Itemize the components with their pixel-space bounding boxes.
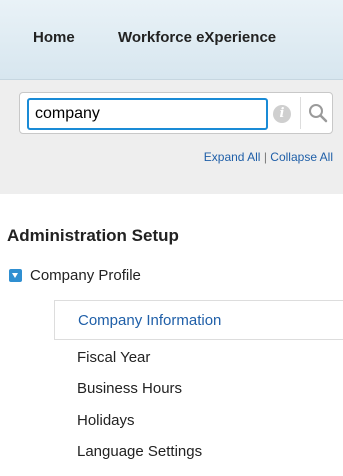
- section-title: Administration Setup: [7, 226, 179, 245]
- quick-find-input[interactable]: [27, 98, 268, 130]
- tree-item-business-hours[interactable]: Business Hours: [77, 380, 182, 397]
- expand-all-link[interactable]: Expand All: [204, 150, 261, 164]
- search-button[interactable]: [306, 101, 330, 125]
- tree-item-company-information[interactable]: Company Information: [54, 300, 343, 340]
- collapse-all-link[interactable]: Collapse All: [270, 150, 333, 164]
- tab-home[interactable]: Home: [33, 29, 75, 46]
- top-navigation: Home Workforce eXperience: [0, 0, 343, 80]
- tree-node-company-profile[interactable]: Company Profile: [9, 267, 141, 284]
- expand-collapse-links: Expand All | Collapse All: [204, 150, 333, 164]
- search-box: i: [19, 92, 333, 134]
- search-icon: [309, 104, 328, 123]
- tree-item-fiscal-year[interactable]: Fiscal Year: [77, 349, 150, 366]
- divider: [300, 97, 301, 129]
- tree-item-label: Company Information: [78, 312, 222, 329]
- tree-item-language-settings[interactable]: Language Settings: [77, 443, 202, 460]
- tab-workforce-experience[interactable]: Workforce eXperience: [118, 29, 276, 46]
- tree-node-label: Company Profile: [30, 267, 141, 284]
- link-separator: |: [263, 150, 267, 164]
- info-icon[interactable]: i: [273, 105, 291, 123]
- collapse-toggle-icon[interactable]: [9, 269, 22, 282]
- tree-item-holidays[interactable]: Holidays: [77, 412, 135, 429]
- sidebar-search-panel: i Expand All | Collapse All: [0, 80, 343, 194]
